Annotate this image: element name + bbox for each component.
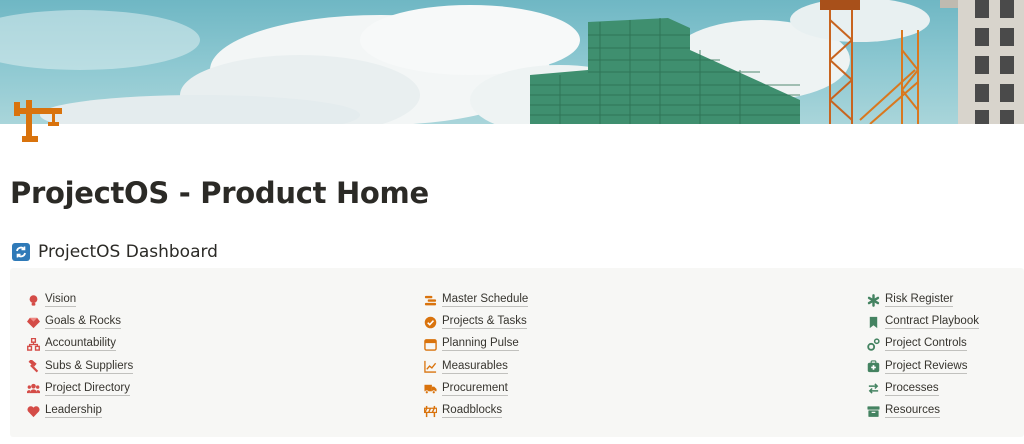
hammer-icon xyxy=(26,360,40,374)
asterisk-icon xyxy=(866,293,880,307)
column-execution: Master Schedule Projects & Tasks Plannin… xyxy=(423,289,529,422)
check-circle-icon xyxy=(423,315,437,329)
link-label: Project Controls xyxy=(885,337,967,352)
bookmark-icon xyxy=(866,315,880,329)
link-project-controls[interactable]: Project Controls xyxy=(866,333,979,355)
org-chart-icon xyxy=(26,337,40,351)
gem-icon xyxy=(26,315,40,329)
link-label: Measurables xyxy=(442,359,508,374)
link-leadership[interactable]: Leadership xyxy=(26,400,133,422)
link-label: Master Schedule xyxy=(442,293,529,308)
barrier-icon xyxy=(423,404,437,418)
link-project-reviews[interactable]: Project Reviews xyxy=(866,356,979,378)
archive-icon xyxy=(866,404,880,418)
section-title: ProjectOS Dashboard xyxy=(38,242,218,262)
link-label: Planning Pulse xyxy=(442,337,519,352)
link-label: Leadership xyxy=(45,404,102,419)
column-controls: Risk Register Contract Playbook Project … xyxy=(866,289,979,422)
link-roadblocks[interactable]: Roadblocks xyxy=(423,400,528,422)
link-planning-pulse[interactable]: Planning Pulse xyxy=(423,333,528,355)
users-icon xyxy=(26,382,40,396)
link-projects-tasks[interactable]: Projects & Tasks xyxy=(423,311,528,333)
link-resources[interactable]: Resources xyxy=(866,400,979,422)
link-vision[interactable]: Vision xyxy=(26,289,133,311)
gears-icon xyxy=(866,337,880,351)
lightbulb-icon xyxy=(26,293,40,307)
sync-icon xyxy=(12,243,30,261)
link-label: Subs & Suppliers xyxy=(45,359,134,374)
link-label: Projects & Tasks xyxy=(442,315,527,330)
link-label: Risk Register xyxy=(885,293,954,308)
arrows-cycle-icon xyxy=(866,382,880,396)
line-chart-icon xyxy=(423,360,437,374)
link-contract-playbook[interactable]: Contract Playbook xyxy=(866,311,979,333)
link-label: Goals & Rocks xyxy=(45,315,122,330)
link-measurables[interactable]: Measurables xyxy=(423,356,528,378)
link-label: Processes xyxy=(885,381,939,396)
link-label: Vision xyxy=(45,293,77,308)
link-procurement[interactable]: Procurement xyxy=(423,378,528,400)
link-accountability[interactable]: Accountability xyxy=(26,333,133,355)
link-label: Project Directory xyxy=(45,381,130,396)
link-project-directory[interactable]: Project Directory xyxy=(26,378,133,400)
crane-icon[interactable] xyxy=(12,98,64,144)
link-label: Procurement xyxy=(442,381,508,396)
timeline-icon xyxy=(423,293,437,307)
link-label: Resources xyxy=(885,404,940,419)
construction-site-cover xyxy=(0,0,1024,124)
link-master-schedule[interactable]: Master Schedule xyxy=(423,289,529,311)
medkit-icon xyxy=(866,360,880,374)
truck-icon xyxy=(423,382,437,396)
dashboard-panel: Vision Goals & Rocks Accountability Subs… xyxy=(10,268,1024,437)
link-label: Project Reviews xyxy=(885,359,968,374)
link-processes[interactable]: Processes xyxy=(866,378,979,400)
link-goals-rocks[interactable]: Goals & Rocks xyxy=(26,311,133,333)
heart-icon xyxy=(26,404,40,418)
calendar-icon xyxy=(423,337,437,351)
link-label: Accountability xyxy=(45,337,116,352)
cover-image[interactable] xyxy=(0,0,1024,124)
link-label: Roadblocks xyxy=(442,404,503,419)
page-title: ProjectOS - Product Home xyxy=(10,176,429,210)
column-company: Vision Goals & Rocks Accountability Subs… xyxy=(26,289,134,422)
link-subs-suppliers[interactable]: Subs & Suppliers xyxy=(26,356,134,378)
link-risk-register[interactable]: Risk Register xyxy=(866,289,979,311)
section-header: ProjectOS Dashboard xyxy=(12,240,218,264)
link-label: Contract Playbook xyxy=(885,315,979,330)
